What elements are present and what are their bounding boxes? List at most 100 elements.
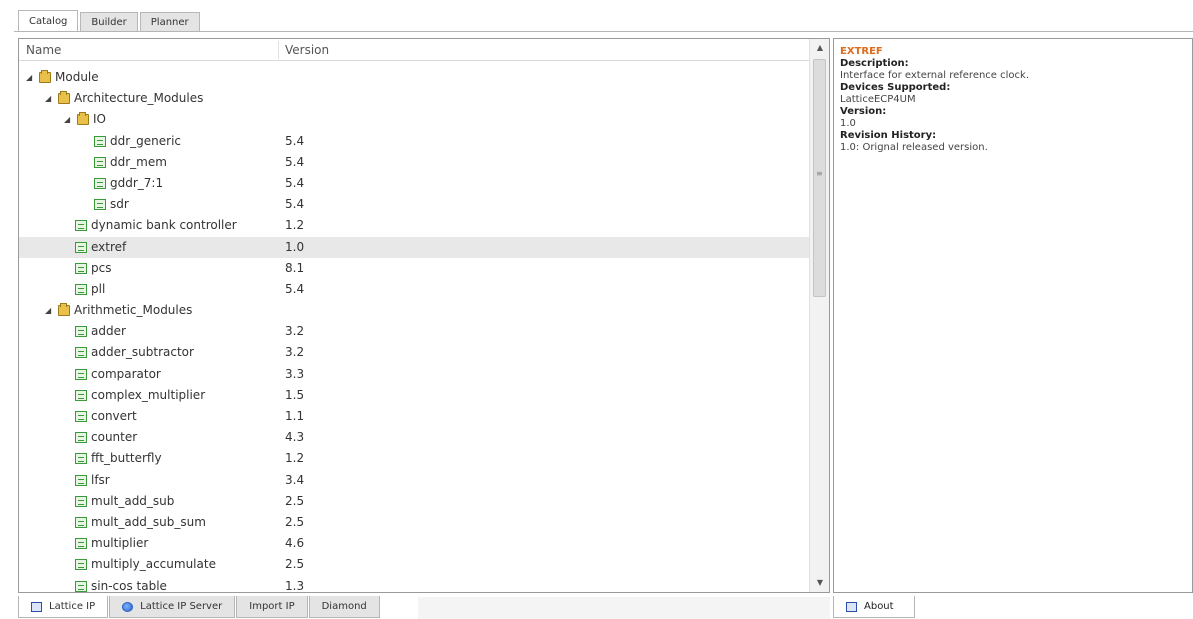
- tab-about[interactable]: About: [833, 596, 915, 618]
- tab-lattice-ip[interactable]: Lattice IP: [18, 596, 109, 618]
- tab-about-label: About: [864, 601, 894, 612]
- tree-item-label: convert: [91, 409, 137, 423]
- tree-item-version: 2.5: [285, 557, 305, 572]
- tab-lattice-ip-label: Lattice IP: [49, 601, 96, 612]
- tree-ip-row[interactable]: mult_add_sub 2.5: [19, 491, 809, 512]
- tree-ip-row[interactable]: multiplier 4.6: [19, 533, 809, 554]
- tree-ip-row[interactable]: convert 1.1: [19, 406, 809, 427]
- tree-item-version: 5.4: [285, 133, 305, 148]
- tab-builder[interactable]: Builder: [80, 12, 138, 32]
- folder-icon: [39, 70, 51, 83]
- tree-item-label: multiply_accumulate: [91, 557, 216, 572]
- tree-item-version: 4.3: [285, 430, 305, 445]
- ip-module-icon: [94, 156, 106, 168]
- tree-ip-row[interactable]: sin-cos table 1.3: [19, 576, 809, 593]
- tree-item-version: 1.1: [285, 409, 305, 423]
- tree-ip-row[interactable]: ddr_mem 5.4: [19, 152, 809, 173]
- tree-item-label: pll: [91, 281, 106, 296]
- tree-folder-row[interactable]: ◢ Architecture_Modules: [19, 88, 809, 109]
- ip-module-icon: [75, 220, 87, 232]
- tree-item-label: Module: [55, 70, 99, 84]
- tree-ip-row[interactable]: pcs 8.1: [19, 258, 809, 279]
- description-value: Interface for external reference clock.: [840, 70, 1029, 81]
- tree-ip-row[interactable]: ddr_generic 5.4: [19, 131, 809, 152]
- folder-icon: [77, 112, 89, 126]
- tree-item-label: multiplier: [91, 536, 149, 551]
- tab-import-ip[interactable]: Import IP: [236, 596, 308, 618]
- tree-folder-row[interactable]: ◢ IO: [19, 109, 809, 130]
- scroll-up-arrow-icon[interactable]: ▲: [810, 39, 829, 57]
- scroll-down-arrow-icon[interactable]: ▼: [810, 574, 829, 592]
- expand-arrow-icon[interactable]: ◢: [26, 67, 32, 88]
- tree-ip-row[interactable]: extref 1.0: [19, 236, 809, 258]
- column-header-name[interactable]: Name: [26, 43, 61, 57]
- tree-item-label: gddr_7:1: [110, 175, 164, 190]
- tree-ip-row[interactable]: fft_butterfly 1.2: [19, 448, 809, 469]
- tree-item-version: 3.2: [285, 324, 305, 339]
- grip-icon: ≡: [816, 169, 823, 178]
- expand-arrow-icon[interactable]: ◢: [64, 109, 70, 130]
- tree-header: Name Version: [19, 39, 809, 61]
- tree-item-version: 1.0: [285, 239, 305, 254]
- ip-module-icon: [94, 199, 106, 211]
- tab-lattice-ip-server[interactable]: Lattice IP Server: [109, 596, 236, 618]
- tree-folder-row[interactable]: ◢ Arithmetic_Modules: [19, 300, 809, 321]
- column-header-version[interactable]: Version: [285, 43, 329, 57]
- tree-item-label: IO: [93, 112, 106, 127]
- tab-diamond[interactable]: Diamond: [308, 596, 380, 618]
- expand-arrow-icon[interactable]: ◢: [45, 88, 51, 109]
- bottom-tab-strip: Lattice IP Lattice IP Server Import IP D…: [18, 596, 381, 618]
- document-icon: [846, 601, 857, 612]
- tree-ip-row[interactable]: pll 5.4: [19, 279, 809, 300]
- tree-item-label: fft_butterfly: [91, 451, 162, 466]
- tree-item-version: 2.5: [285, 493, 305, 508]
- tree-item-label: dynamic bank controller: [91, 218, 237, 233]
- ip-module-icon: [75, 283, 87, 295]
- ip-module-icon: [75, 516, 87, 528]
- ip-module-icon: [75, 326, 87, 338]
- tree-item-label: mult_add_sub_sum: [91, 514, 206, 529]
- tree-ip-row[interactable]: gddr_7:1 5.4: [19, 173, 809, 194]
- ip-module-icon: [75, 347, 87, 359]
- tree-ip-row[interactable]: comparator 3.3: [19, 364, 809, 385]
- tree-item-version: 2.5: [285, 514, 305, 529]
- tab-planner[interactable]: Planner: [139, 12, 200, 32]
- tree-item-label: sin-cos table: [91, 578, 167, 593]
- tree-body: ◢ Module ◢ Architecture_Modules ◢ IO ddr_gener…: [19, 67, 809, 593]
- tab-divider: [14, 31, 1193, 32]
- tree-item-version: 5.4: [285, 175, 305, 190]
- tree-ip-row[interactable]: adder_subtractor 3.2: [19, 342, 809, 363]
- ip-module-icon: [75, 432, 87, 444]
- tree-ip-row[interactable]: complex_multiplier 1.5: [19, 385, 809, 406]
- tree-item-version: 1.5: [285, 387, 305, 402]
- tree-item-label: adder_subtractor: [91, 345, 194, 360]
- scrollbar-thumb[interactable]: ≡: [813, 59, 826, 297]
- tree-item-label: extref: [91, 239, 127, 254]
- tree-folder-row[interactable]: ◢ Module: [19, 67, 809, 88]
- vertical-scrollbar[interactable]: ▲ ≡ ▼: [809, 39, 829, 592]
- tree-item-label: lfsr: [91, 472, 110, 487]
- ip-module-icon: [75, 411, 87, 422]
- tree-ip-row[interactable]: sdr 5.4: [19, 194, 809, 215]
- expand-arrow-icon[interactable]: ◢: [45, 300, 51, 321]
- tab-lattice-ip-server-label: Lattice IP Server: [140, 601, 223, 612]
- tree-ip-row[interactable]: lfsr 3.4: [19, 470, 809, 491]
- tree-item-version: 3.2: [285, 345, 305, 360]
- tree-ip-row[interactable]: dynamic bank controller 1.2: [19, 215, 809, 236]
- tab-catalog[interactable]: Catalog: [18, 10, 79, 32]
- ip-module-icon: [75, 262, 87, 274]
- tree-ip-row[interactable]: mult_add_sub_sum 2.5: [19, 512, 809, 533]
- tree-ip-row[interactable]: counter 4.3: [19, 427, 809, 448]
- tree-item-label: adder: [91, 324, 126, 339]
- devices-supported-label: Devices Supported:: [840, 82, 951, 93]
- globe-icon: [122, 601, 134, 612]
- tree-ip-row[interactable]: multiply_accumulate 2.5: [19, 554, 809, 575]
- tree-item-label: Arithmetic_Modules: [74, 303, 193, 318]
- tree-item-label: sdr: [110, 197, 129, 212]
- ip-module-icon: [75, 580, 87, 592]
- tree-item-version: 8.1: [285, 260, 305, 275]
- column-separator[interactable]: [278, 41, 279, 59]
- tree-ip-row[interactable]: adder 3.2: [19, 321, 809, 342]
- tree-item-label: mult_add_sub: [91, 493, 175, 508]
- tab-diamond-label: Diamond: [321, 601, 367, 612]
